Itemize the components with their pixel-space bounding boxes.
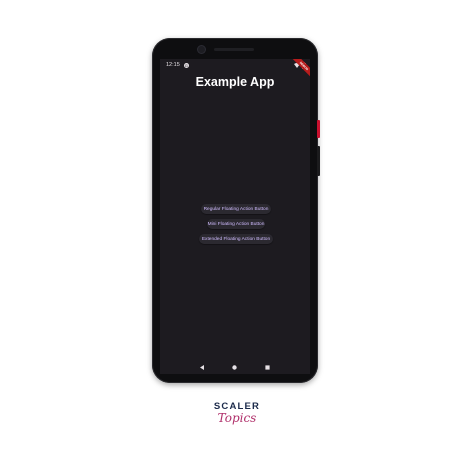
phone-screen: 12:15 G DEBUG Example App Regular Floati… [160, 59, 310, 374]
power-button [317, 120, 320, 138]
app-title: Example App [195, 75, 275, 89]
notification-glyph: G [184, 62, 188, 68]
mini-fab-button[interactable]: Mini Floating Action Button [207, 219, 265, 229]
notification-icon: G [183, 62, 189, 68]
front-camera [198, 46, 205, 53]
regular-fab-button[interactable]: Regular Floating Action Button [201, 204, 271, 214]
back-icon[interactable] [199, 364, 205, 370]
extended-fab-button[interactable]: Extended Floating Action Button [199, 234, 273, 244]
navigation-bar [160, 360, 310, 374]
home-icon[interactable] [232, 364, 238, 370]
scaler-topics-logo: SCALER Topics [0, 401, 474, 425]
volume-button [317, 146, 320, 176]
logo-topics-text: Topics [217, 411, 257, 425]
status-time: 12:15 [166, 62, 180, 68]
status-bar: 12:15 G [160, 59, 310, 71]
earpiece-speaker [214, 48, 254, 51]
recents-icon[interactable] [265, 364, 270, 370]
